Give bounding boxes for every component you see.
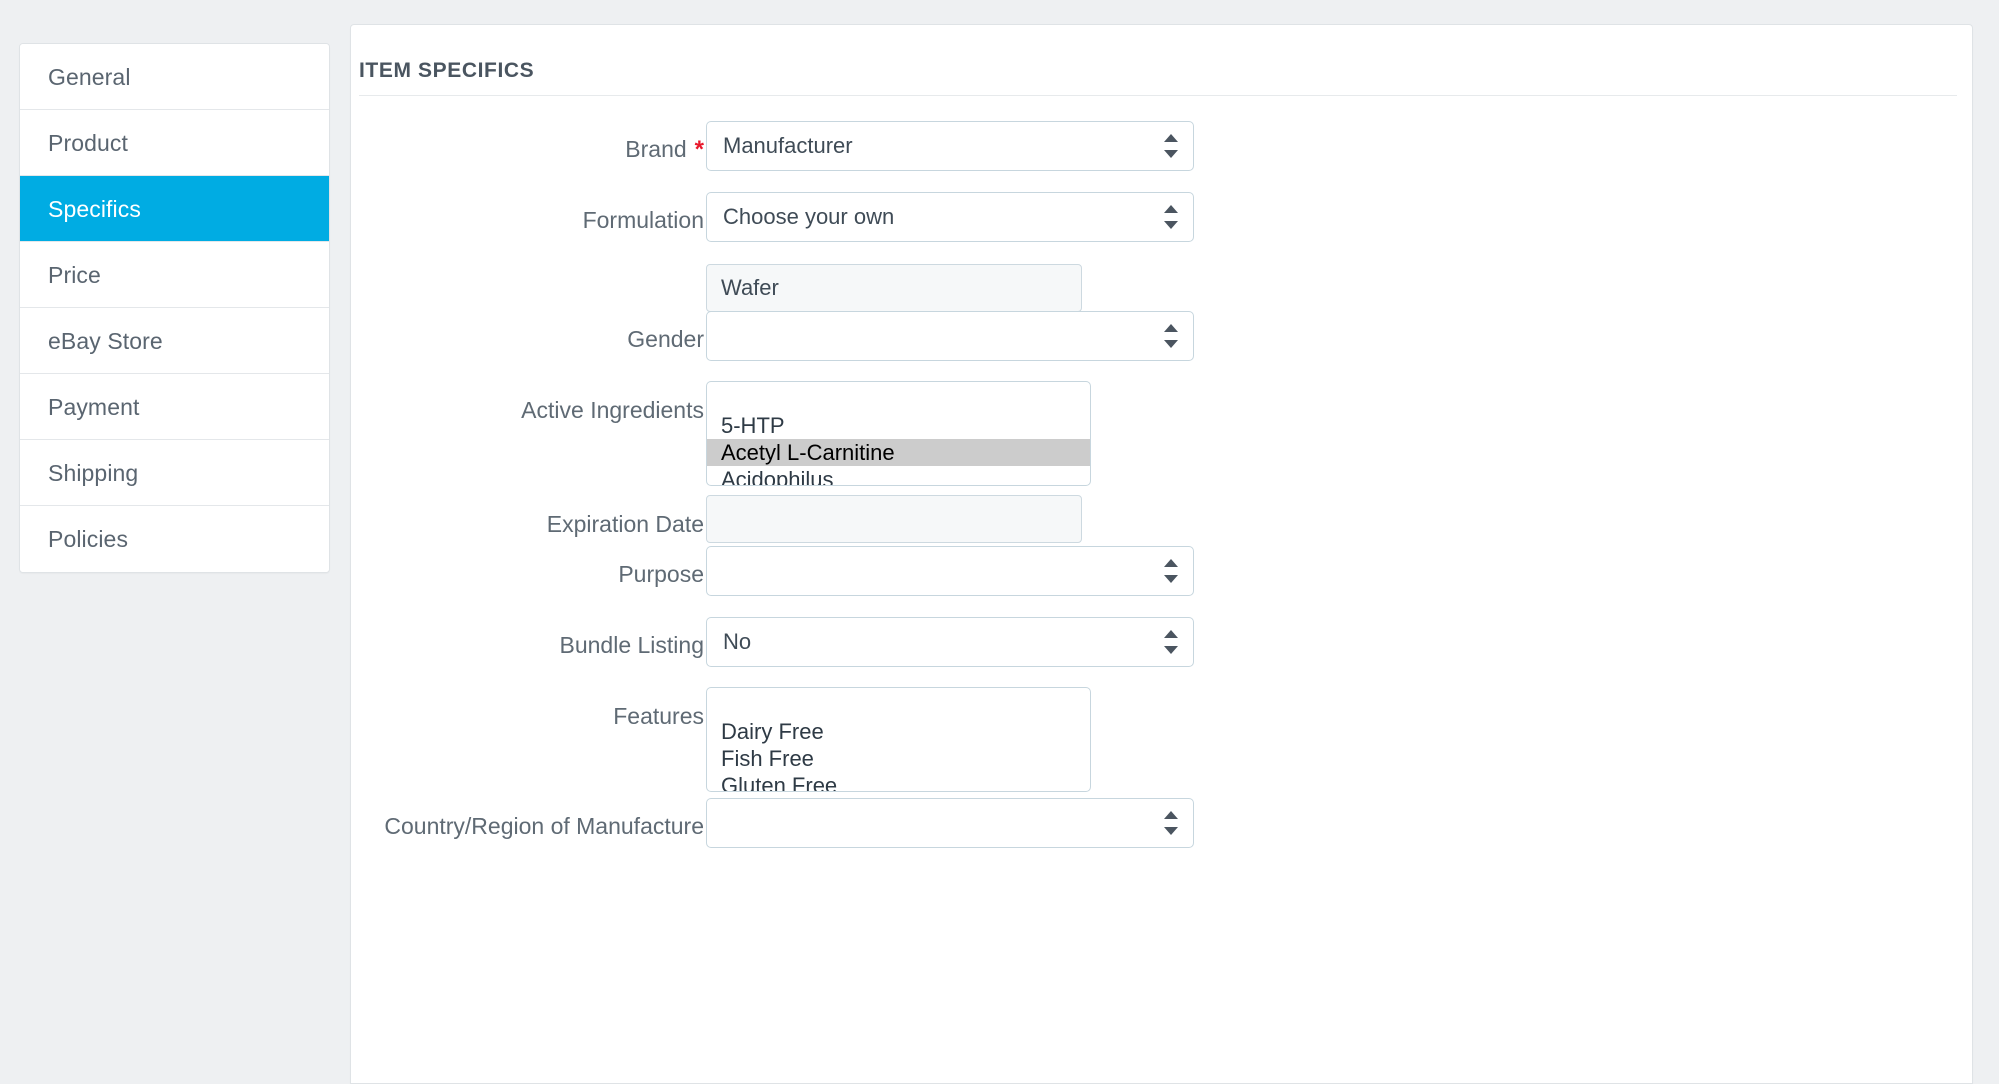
list-item[interactable]: 5-HTP	[707, 412, 1090, 439]
sidebar-item-price[interactable]: Price	[20, 242, 329, 308]
chevron-updown-icon	[1164, 809, 1178, 837]
bundle-listing-select-value: No	[723, 629, 752, 654]
expiration-date-textbox[interactable]	[706, 495, 1082, 543]
active-ingredients-listbox-box[interactable]: 5-HTP Acetyl L-Carnitine Acidophilus Alp…	[706, 381, 1091, 486]
gender-label: Gender	[627, 326, 704, 352]
list-item[interactable]: Gluten Free	[707, 772, 1090, 791]
sidebar-item-label: eBay Store	[48, 328, 163, 354]
bundle-listing-label: Bundle Listing	[559, 632, 705, 658]
sidebar-item-label: Price	[48, 262, 101, 288]
sidebar-nav: General Product Specifics Price eBay Sto…	[19, 43, 330, 573]
expiration-date-label: Expiration Date	[546, 511, 704, 537]
formulation-select-box[interactable]: Choose your own	[706, 192, 1194, 242]
panel-header-divider	[359, 95, 1957, 96]
chevron-updown-icon	[1164, 557, 1178, 585]
gender-select[interactable]	[706, 311, 1194, 361]
formulation-select-value: Choose your own	[723, 204, 895, 229]
sidebar-item-label: Specifics	[48, 196, 141, 222]
features-listbox-box[interactable]: Dairy Free Fish Free Gluten Free Kosher	[706, 687, 1091, 792]
sidebar-item-product[interactable]: Product	[20, 110, 329, 176]
country-region-select-box[interactable]	[706, 798, 1194, 848]
sidebar-item-payment[interactable]: Payment	[20, 374, 329, 440]
chevron-updown-icon	[1164, 132, 1178, 160]
brand-select-box[interactable]: Manufacturer	[706, 121, 1194, 171]
app-root: General Product Specifics Price eBay Sto…	[0, 0, 1999, 1084]
sidebar-item-shipping[interactable]: Shipping	[20, 440, 329, 506]
features-label: Features	[613, 703, 704, 729]
formulation-custom-input[interactable]: Wafer	[706, 264, 1082, 312]
brand-label: Brand *	[625, 136, 704, 163]
list-item[interactable]: Acetyl L-Carnitine	[707, 439, 1090, 466]
sidebar-item-label: Payment	[48, 394, 140, 420]
brand-select-value: Manufacturer	[723, 133, 853, 158]
sidebar-item-general[interactable]: General	[20, 44, 329, 110]
list-item[interactable]: Dairy Free	[707, 718, 1090, 745]
required-asterisk: *	[694, 136, 704, 163]
list-item[interactable]: Fish Free	[707, 745, 1090, 772]
formulation-custom-textbox[interactable]: Wafer	[706, 264, 1082, 312]
country-region-select[interactable]	[706, 798, 1194, 848]
chevron-updown-icon	[1164, 322, 1178, 350]
gender-select-box[interactable]	[706, 311, 1194, 361]
formulation-select[interactable]: Choose your own	[706, 192, 1194, 242]
purpose-select[interactable]	[706, 546, 1194, 596]
purpose-select-box[interactable]	[706, 546, 1194, 596]
sidebar-item-label: Product	[48, 130, 128, 156]
chevron-updown-icon	[1164, 203, 1178, 231]
sidebar-item-label: General	[48, 64, 131, 90]
page-title: ITEM SPECIFICS	[359, 59, 535, 83]
expiration-date-input[interactable]	[706, 495, 1082, 543]
formulation-custom-value: Wafer	[721, 275, 779, 300]
sidebar-item-specifics[interactable]: Specifics	[20, 176, 329, 242]
purpose-label: Purpose	[618, 561, 704, 587]
chevron-updown-icon	[1164, 628, 1178, 656]
active-ingredients-label: Active Ingredients	[521, 397, 704, 423]
sidebar-item-label: Shipping	[48, 460, 139, 486]
country-region-label: Country/Region of Manufacture	[384, 813, 704, 839]
brand-select[interactable]: Manufacturer	[706, 121, 1194, 171]
features-listbox[interactable]: Dairy Free Fish Free Gluten Free Kosher	[706, 687, 1091, 792]
list-item[interactable]: Acidophilus	[707, 466, 1090, 485]
bundle-listing-select-box[interactable]: No	[706, 617, 1194, 667]
item-specifics-panel: ITEM SPECIFICS Brand * Manufacturer Formu…	[350, 24, 1973, 1084]
bundle-listing-select[interactable]: No	[706, 617, 1194, 667]
formulation-label: Formulation	[582, 207, 704, 233]
sidebar-item-policies[interactable]: Policies	[20, 506, 329, 572]
active-ingredients-listbox[interactable]: 5-HTP Acetyl L-Carnitine Acidophilus Alp…	[706, 381, 1091, 486]
sidebar-item-label: Policies	[48, 526, 129, 552]
sidebar-item-ebay-store[interactable]: eBay Store	[20, 308, 329, 374]
